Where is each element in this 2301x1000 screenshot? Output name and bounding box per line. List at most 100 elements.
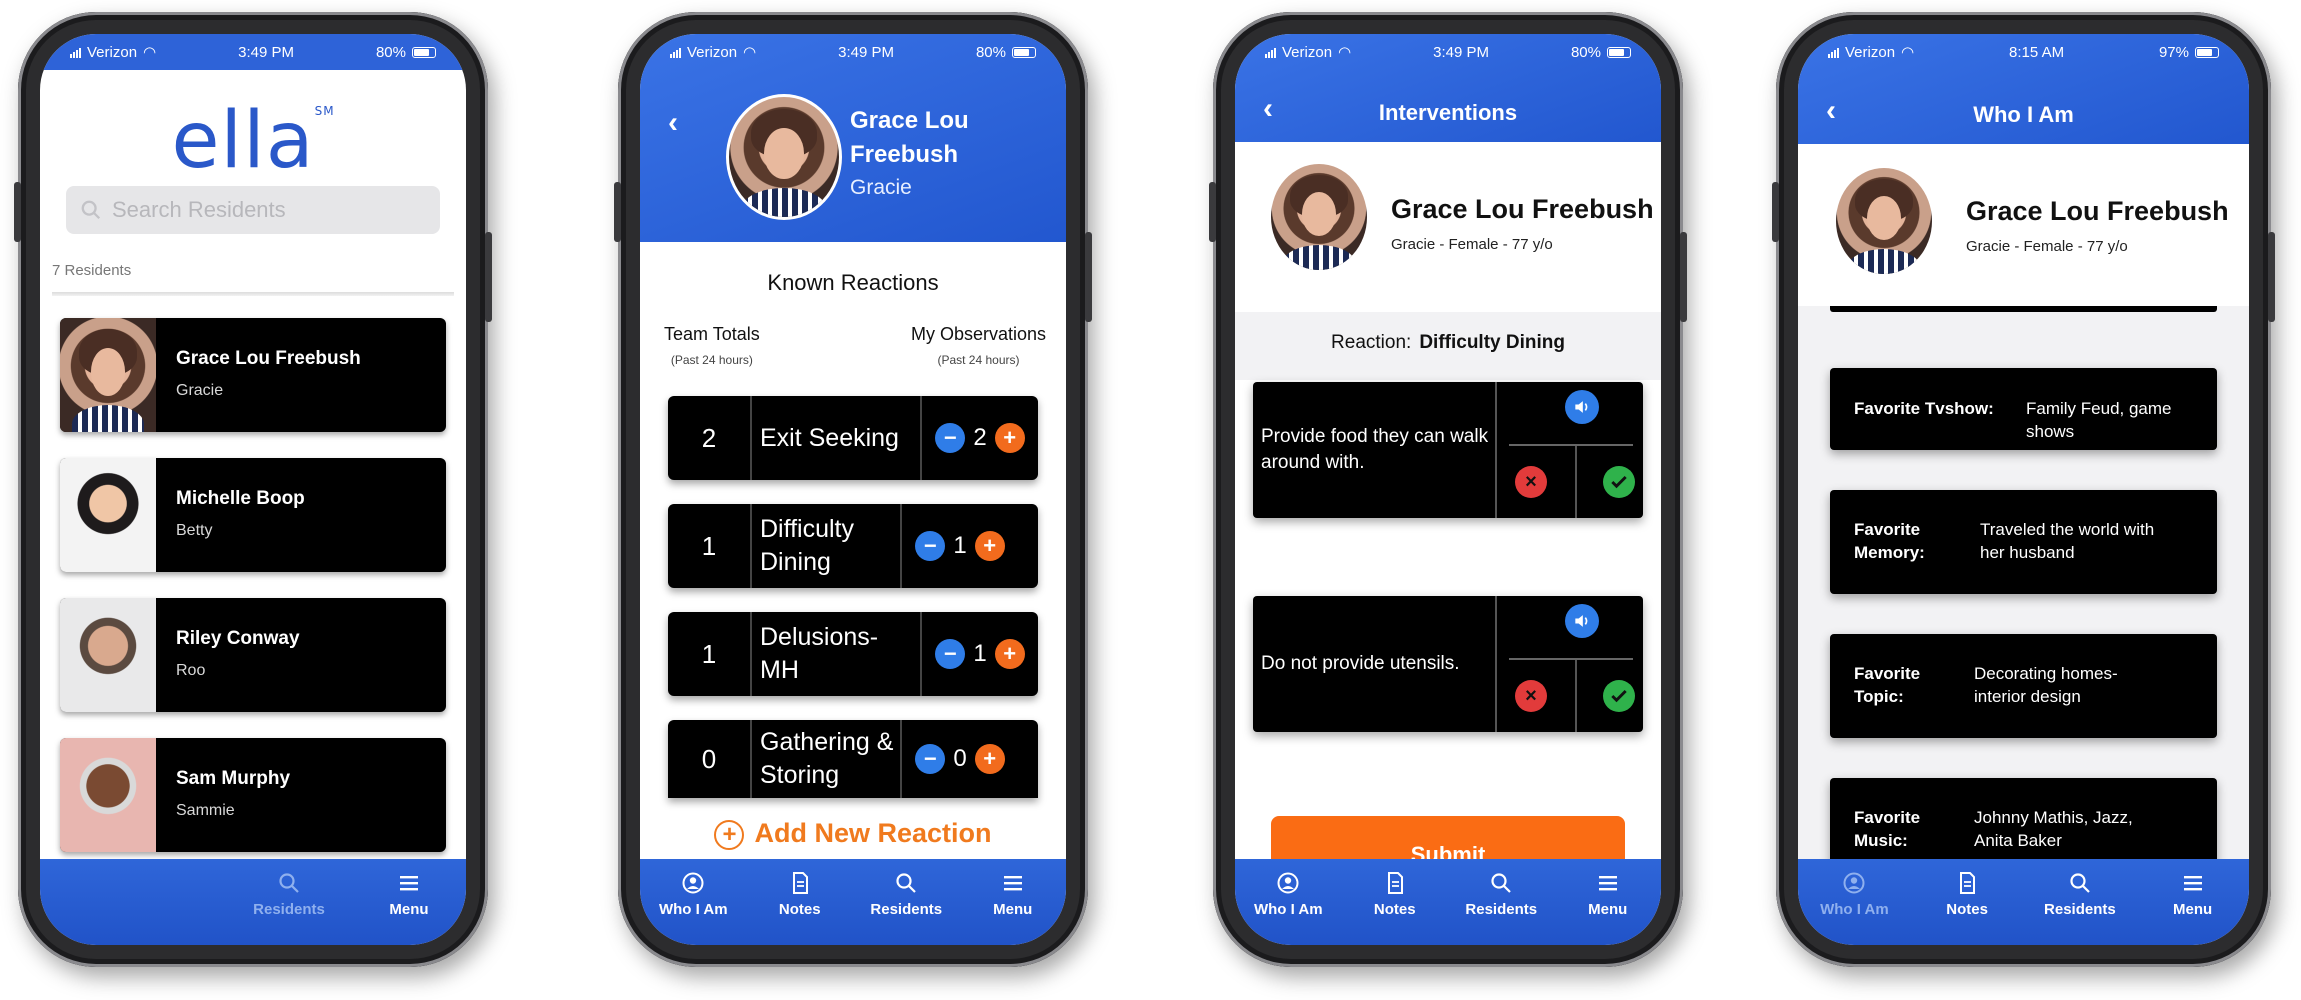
tab-label: Notes xyxy=(778,901,821,918)
search-residents-input[interactable]: Search Residents xyxy=(66,186,440,234)
person-icon xyxy=(1843,872,1865,894)
status-bar: Verizon ◠ 3:49 PM 80% xyxy=(1235,34,1661,70)
profile-name: Grace Lou Freebush xyxy=(850,107,969,168)
team-total: 1 xyxy=(668,612,752,696)
my-observations-label: My Observations xyxy=(910,324,1046,344)
team-totals-sub: (Past 24 hours) xyxy=(670,353,753,367)
resident-name: Michelle Boop xyxy=(176,488,305,509)
tab-who-i-am[interactable]: Who I Am xyxy=(1798,871,1911,918)
reaction-row: 1 Difficulty Dining −1 + xyxy=(668,504,1038,588)
battery-icon xyxy=(2195,46,2219,58)
tab-residents[interactable]: Residents xyxy=(1448,871,1555,918)
reject-button[interactable]: × xyxy=(1515,680,1547,712)
resident-photo xyxy=(60,318,156,432)
resident-card[interactable]: Riley Conway Roo xyxy=(60,598,446,712)
resident-card[interactable]: Sam Murphy Sammie xyxy=(60,738,446,852)
profile-meta: Gracie - Female - 77 y/o xyxy=(1391,236,1553,253)
favorite-value: Decorating homes- interior design xyxy=(1974,664,2118,706)
tab-residents[interactable]: Residents xyxy=(234,871,344,918)
notes-icon xyxy=(792,872,808,894)
signal-icon xyxy=(1265,47,1276,58)
add-new-reaction-button[interactable]: + Add New Reaction xyxy=(640,818,1066,850)
favorite-key: Favorite Music: xyxy=(1854,808,1921,850)
team-totals-label: Team Totals xyxy=(664,324,760,344)
reaction-label: Gathering & Storing xyxy=(752,720,902,798)
tab-notes[interactable]: Notes xyxy=(747,871,854,918)
team-totals-header: Team Totals (Past 24 hours) xyxy=(664,324,760,367)
signal-icon xyxy=(670,47,681,58)
screen: Verizon ◠ 8:15 AM 97% ‹ Who I Am Grace Lo… xyxy=(1798,34,2249,945)
tab-who-i-am[interactable]: Who I Am xyxy=(1235,871,1342,918)
profile-avatar xyxy=(726,94,842,220)
add-reaction-label: Add New Reaction xyxy=(754,818,992,848)
tab-notes[interactable]: Notes xyxy=(1342,871,1449,918)
phone-who-i-am: Verizon ◠ 8:15 AM 97% ‹ Who I Am Grace Lo… xyxy=(1772,12,2275,967)
reject-button[interactable]: × xyxy=(1515,466,1547,498)
decrement-button[interactable]: − xyxy=(935,639,966,669)
search-icon xyxy=(279,873,299,893)
scroll-card-edge xyxy=(1830,306,2217,312)
decrement-button[interactable]: − xyxy=(915,531,946,561)
ella-logo: ellaSM xyxy=(40,96,466,186)
tab-bar: Who I Am Notes Residents Menu xyxy=(640,859,1066,945)
tab-label: Menu xyxy=(993,901,1033,918)
favorite-key: Favorite Topic: xyxy=(1854,664,1921,706)
menu-icon xyxy=(400,876,418,891)
wifi-icon: ◠ xyxy=(143,44,157,61)
status-bar: Verizon ◠ 3:49 PM 80% xyxy=(40,34,466,70)
increment-button[interactable]: + xyxy=(994,639,1025,669)
increment-button[interactable]: + xyxy=(994,423,1025,453)
tab-label: Menu xyxy=(2173,901,2213,918)
accept-button[interactable] xyxy=(1603,680,1635,712)
increment-button[interactable]: + xyxy=(974,744,1005,774)
search-icon xyxy=(896,873,917,893)
my-count: 1 xyxy=(973,640,987,667)
tab-bar: Who I Am Notes Residents Menu xyxy=(1235,859,1661,945)
intervention-card: Provide food they can walk around with. … xyxy=(1253,382,1643,518)
resident-nickname: Sammie xyxy=(176,802,235,819)
carrier: Verizon xyxy=(87,43,138,61)
phone-interventions: Verizon ◠ 3:49 PM 80% ‹ Interventions Gra… xyxy=(1209,12,1687,967)
team-total: 2 xyxy=(668,396,752,480)
tab-notes[interactable]: Notes xyxy=(1911,871,2024,918)
tab-who-i-am[interactable]: Who I Am xyxy=(640,871,747,918)
check-icon xyxy=(1611,689,1627,703)
accept-button[interactable] xyxy=(1603,466,1635,498)
reaction-row: 2 Exit Seeking −2 + xyxy=(668,396,1038,480)
add-circle-icon: + xyxy=(714,819,745,850)
tab-menu[interactable]: Menu xyxy=(1555,871,1662,918)
tab-label: Residents xyxy=(1465,901,1538,918)
tab-residents[interactable]: Residents xyxy=(853,871,960,918)
reaction-line: Reaction: Difficulty Dining xyxy=(1235,332,1661,354)
decrement-button[interactable]: − xyxy=(935,423,966,453)
increment-button[interactable]: + xyxy=(974,531,1005,561)
speaker-icon[interactable] xyxy=(1565,390,1599,424)
tab-residents[interactable]: Residents xyxy=(2024,871,2137,918)
menu-icon xyxy=(1598,876,1617,891)
speaker-icon[interactable] xyxy=(1565,604,1599,638)
tab-bar: Residents Menu xyxy=(40,859,466,945)
resident-photo xyxy=(60,738,156,852)
tab-label: Residents xyxy=(2044,901,2116,918)
screen: Verizon ◠ 3:49 PM 80% ‹ Grace Lou Freebus… xyxy=(640,34,1066,945)
profile-meta: Gracie - Female - 77 y/o xyxy=(1966,238,2128,255)
favorite-key: Favorite Memory: xyxy=(1854,520,1925,562)
decrement-button[interactable]: − xyxy=(915,744,946,774)
screen: Verizon ◠ 3:49 PM 80% ‹ Interventions Gra… xyxy=(1235,34,1661,945)
battery-icon xyxy=(1011,46,1036,58)
resident-card[interactable]: Michelle Boop Betty xyxy=(60,458,446,572)
favorite-card: Favorite Tvshow: Family Feud, game shows xyxy=(1830,368,2217,450)
tab-menu[interactable]: Menu xyxy=(960,871,1067,918)
back-button[interactable]: ‹ xyxy=(668,108,678,138)
tab-menu[interactable]: Menu xyxy=(2136,871,2249,918)
my-count: 2 xyxy=(973,424,987,451)
reaction-label: Exit Seeking xyxy=(752,396,922,480)
resident-card[interactable]: Grace Lou Freebush Gracie xyxy=(60,318,446,432)
tab-label: Residents xyxy=(870,901,943,918)
profile-avatar xyxy=(1271,164,1367,270)
my-observations-sub: (Past 24 hours) xyxy=(937,353,1020,367)
status-time: 3:49 PM xyxy=(238,43,294,61)
resident-nickname: Gracie xyxy=(176,382,224,399)
battery-percent: 80% xyxy=(1570,43,1601,61)
tab-menu[interactable]: Menu xyxy=(364,871,454,918)
